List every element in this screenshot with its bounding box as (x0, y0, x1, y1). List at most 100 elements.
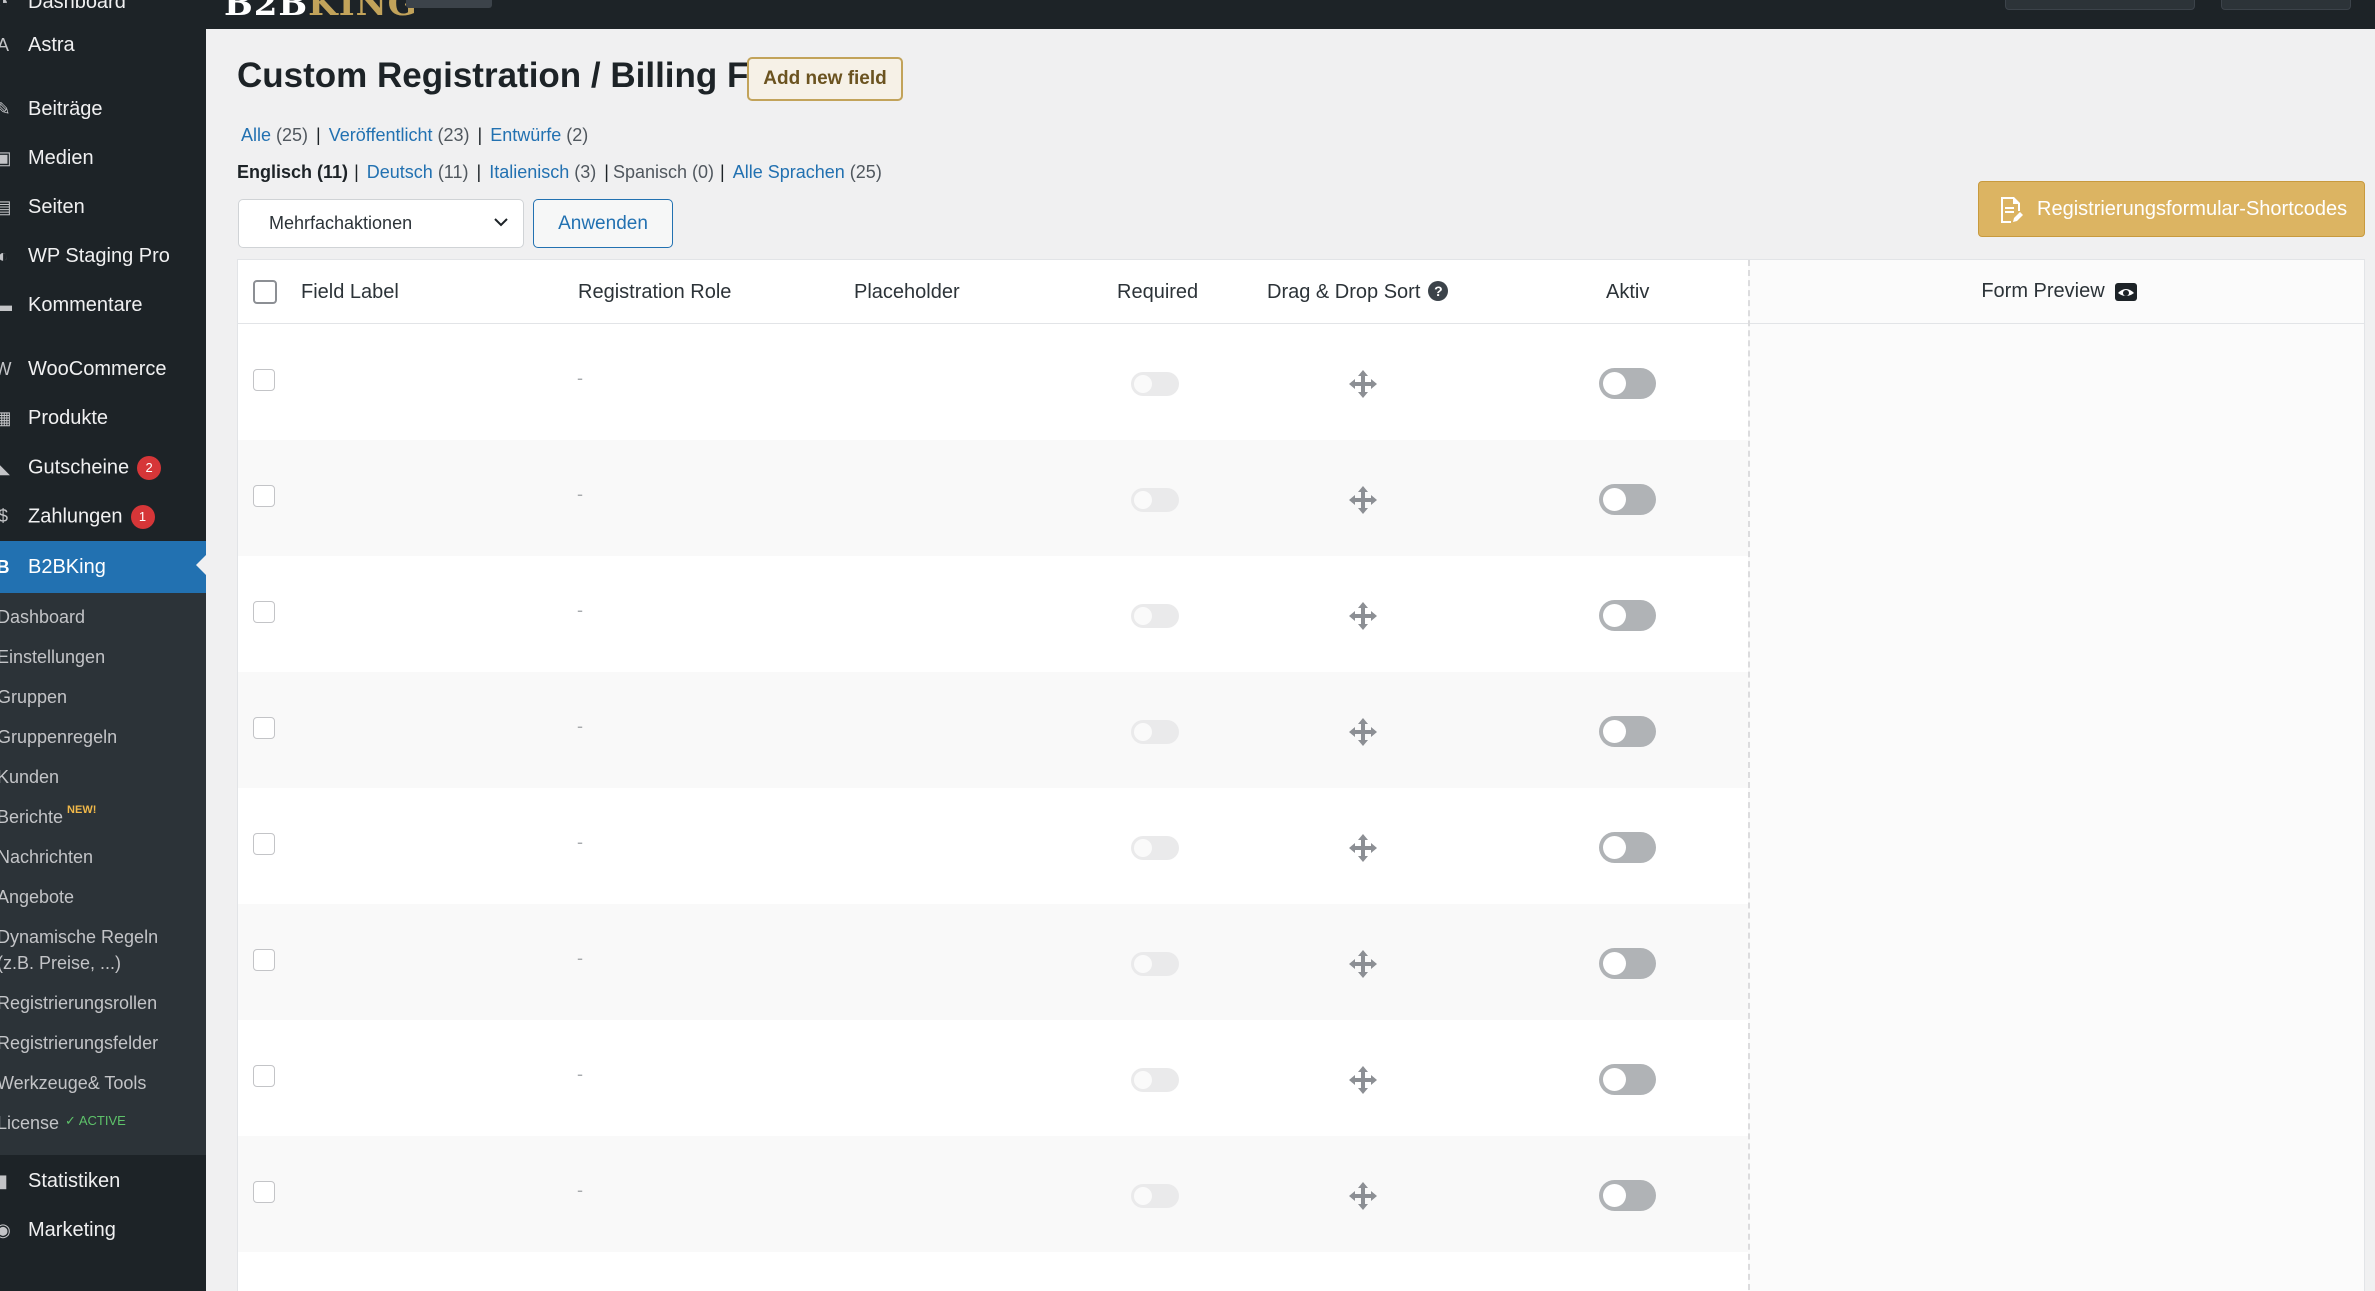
registration-role-cell: - (577, 716, 583, 736)
sidebar-item-beitraege[interactable]: ✎ Beiträge (0, 85, 206, 134)
dashboard-icon: ◔ (0, 0, 9, 12)
count-badge: 2 (137, 455, 162, 480)
active-toggle[interactable] (1599, 716, 1656, 747)
row-checkbox[interactable] (253, 1065, 275, 1087)
column-drag-sort: Drag & Drop Sort? (1267, 280, 1449, 304)
page-title: Custom Registration / Billing Field (237, 56, 809, 95)
coupons-icon: ◣ (0, 457, 10, 477)
new-tag: NEW! (67, 804, 97, 816)
row-checkbox[interactable] (253, 1181, 275, 1203)
required-toggle[interactable] (1131, 488, 1179, 512)
lang-filter-spanish: Spanisch (0) (612, 162, 715, 182)
column-registration-role[interactable]: Registration Role (578, 281, 731, 304)
row-checkbox[interactable] (253, 369, 275, 391)
active-toggle[interactable] (1599, 948, 1656, 979)
filter-published[interactable]: Veröffentlicht (23) (329, 125, 470, 145)
active-toggle[interactable] (1599, 484, 1656, 515)
payments-icon: $ (0, 506, 8, 526)
sidebar-item-produkte[interactable]: ▦ Produkte (0, 394, 206, 443)
required-toggle[interactable] (1131, 952, 1179, 976)
move-icon[interactable] (1348, 1181, 1378, 1211)
row-checkbox[interactable] (253, 833, 275, 855)
submenu-dynamische-regeln[interactable]: Dynamische Regeln (z.B. Preise, ...) (0, 924, 158, 976)
submenu-berichte[interactable]: Berichte NEW! (0, 804, 96, 833)
lang-filter-english[interactable]: Englisch (11) (237, 162, 348, 182)
sidebar-item-woocommerce[interactable]: W WooCommerce (0, 345, 206, 394)
sidebar-item-wp-staging[interactable]: ◐ WP Staging Pro (0, 232, 206, 281)
sidebar-item-marketing[interactable]: ◉ Marketing (0, 1206, 206, 1255)
b2bking-logo: B2BKING (224, 0, 418, 24)
row-checkbox[interactable] (253, 949, 275, 971)
submenu-angebote[interactable]: Angebote (0, 884, 74, 910)
column-required[interactable]: Required (1117, 281, 1198, 304)
comments-icon: ▬ (0, 295, 12, 315)
apply-button[interactable]: Anwenden (533, 199, 673, 248)
submenu-registrierungsfelder[interactable]: Registrierungsfelder (0, 1030, 158, 1056)
submenu-nachrichten[interactable]: Nachrichten (0, 844, 93, 870)
required-toggle[interactable] (1131, 1184, 1179, 1208)
filter-drafts[interactable]: Entwürfe (2) (490, 125, 588, 145)
registration-role-cell: - (577, 1180, 583, 1200)
submenu-einstellungen[interactable]: Einstellungen (0, 644, 105, 670)
required-toggle[interactable] (1131, 372, 1179, 396)
move-icon[interactable] (1348, 717, 1378, 747)
submenu-gruppenregeln[interactable]: Gruppenregeln (0, 724, 117, 750)
stats-icon: ▮ (0, 1171, 8, 1191)
table-row: - (238, 440, 1748, 556)
row-checkbox[interactable] (253, 485, 275, 507)
move-icon[interactable] (1348, 833, 1378, 863)
add-new-field-button[interactable]: Add new field (747, 57, 903, 101)
required-toggle[interactable] (1131, 720, 1179, 744)
move-icon[interactable] (1348, 369, 1378, 399)
active-toggle[interactable] (1599, 368, 1656, 399)
move-icon[interactable] (1348, 485, 1378, 515)
media-icon: ▣ (0, 148, 12, 168)
column-placeholder[interactable]: Placeholder (854, 281, 960, 304)
select-all-checkbox[interactable] (253, 280, 277, 304)
lang-filter-german[interactable]: Deutsch (11) (367, 162, 469, 182)
help-icon[interactable]: ? (1428, 280, 1449, 301)
registration-role-cell: - (577, 1064, 583, 1084)
submenu-gruppen[interactable]: Gruppen (0, 684, 67, 710)
sidebar-item-gutscheine[interactable]: ◣ Gutscheine 2 (0, 443, 206, 492)
sidebar-item-seiten[interactable]: ▤ Seiten (0, 183, 206, 232)
move-icon[interactable] (1348, 1065, 1378, 1095)
submenu-dashboard[interactable]: Dashboard (0, 604, 85, 630)
active-toggle[interactable] (1599, 1180, 1656, 1211)
column-active[interactable]: Aktiv (1606, 281, 1649, 304)
eye-icon[interactable] (2114, 282, 2137, 301)
topbar-button[interactable] (2221, 0, 2351, 10)
column-field-label[interactable]: Field Label (301, 281, 399, 304)
required-toggle[interactable] (1131, 604, 1179, 628)
move-icon[interactable] (1348, 601, 1378, 631)
sidebar-item-statistiken[interactable]: ▮ Statistiken (0, 1157, 206, 1206)
required-toggle[interactable] (1131, 836, 1179, 860)
form-preview-panel: Form Preview (1748, 260, 2364, 1291)
submenu-registrierungsrollen[interactable]: Registrierungsrollen (0, 990, 157, 1016)
sidebar-item-astra[interactable]: A Astra (0, 21, 206, 70)
submenu-license[interactable]: License ✓ ACTIVE (0, 1110, 126, 1138)
filter-all[interactable]: Alle (25) (241, 125, 308, 145)
bulk-actions-select[interactable]: Mehrfachaktionen (238, 199, 524, 248)
sidebar-item-b2bking[interactable]: B B2BKing (0, 541, 206, 593)
registration-shortcodes-button[interactable]: Registrierungsformular-Shortcodes (1978, 181, 2365, 237)
b2bking-icon: B (0, 556, 10, 577)
required-toggle[interactable] (1131, 1068, 1179, 1092)
sidebar-item-medien[interactable]: ▣ Medien (0, 134, 206, 183)
topbar-button[interactable] (2005, 0, 2195, 10)
registration-role-cell: - (577, 484, 583, 504)
active-toggle[interactable] (1599, 832, 1656, 863)
lang-filter-italian[interactable]: Italienisch (3) (489, 162, 596, 182)
row-checkbox[interactable] (253, 717, 275, 739)
active-toggle[interactable] (1599, 1064, 1656, 1095)
submenu-kunden[interactable]: Kunden (0, 764, 59, 790)
move-icon[interactable] (1348, 949, 1378, 979)
lang-filter-all[interactable]: Alle Sprachen (25) (733, 162, 882, 182)
registration-role-cell: - (577, 948, 583, 968)
active-toggle[interactable] (1599, 600, 1656, 631)
submenu-werkzeuge[interactable]: Werkzeuge& Tools (0, 1070, 146, 1096)
sidebar-item-zahlungen[interactable]: $ Zahlungen 1 (0, 492, 206, 541)
table-row: - (238, 1136, 1748, 1252)
row-checkbox[interactable] (253, 601, 275, 623)
sidebar-item-kommentare[interactable]: ▬ Kommentare (0, 281, 206, 330)
